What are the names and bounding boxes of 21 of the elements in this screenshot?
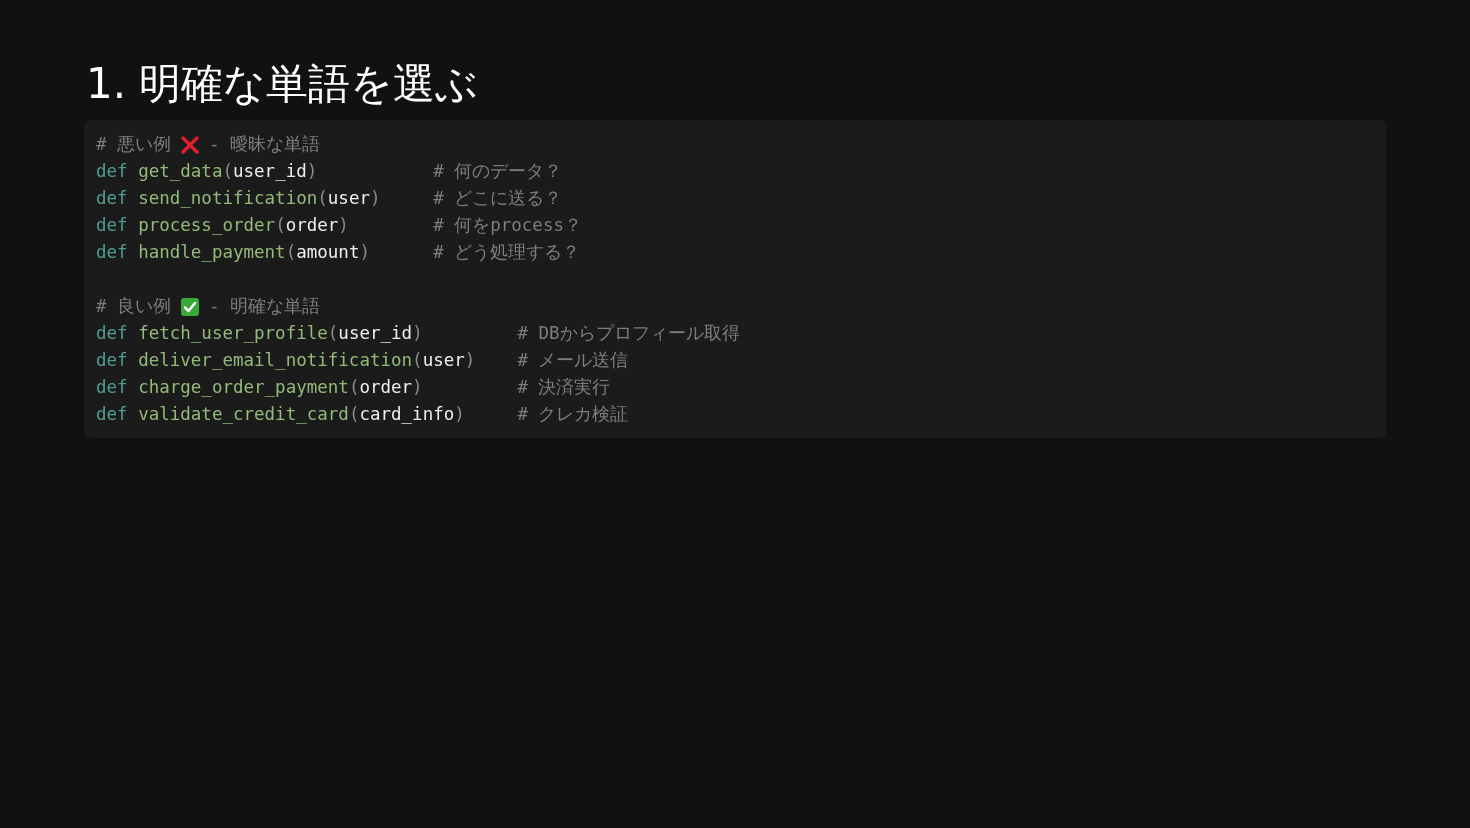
code-statement: def deliver_email_notification(user) bbox=[96, 349, 477, 372]
code-comment: # DBからプロフィール取得 bbox=[517, 322, 740, 345]
code-statement: def get_data(user_id) bbox=[96, 160, 319, 183]
code-comment: # どこに送る？ bbox=[433, 187, 563, 210]
code-statement: def handle_payment(amount) bbox=[96, 241, 371, 264]
code-comment: # 何をprocess？ bbox=[433, 214, 582, 237]
code-comment: # 何のデータ？ bbox=[433, 160, 563, 183]
code-statement: def send_notification(user) bbox=[96, 187, 382, 210]
code-statement: def fetch_user_profile(user_id) bbox=[96, 322, 424, 345]
code-statement: def charge_order_payment(order) bbox=[96, 376, 424, 399]
code-comment: # 決済実行 bbox=[517, 376, 611, 399]
code-comment: # クレカ検証 bbox=[517, 403, 629, 426]
code-comment: - 明確な単語 bbox=[209, 295, 321, 318]
code-comment: - 曖昧な単語 bbox=[209, 133, 321, 156]
code-comment: # どう処理する？ bbox=[433, 241, 581, 264]
code-statement: def process_order(order) bbox=[96, 214, 350, 237]
code-comment: # 良い例 bbox=[96, 295, 172, 318]
code-comment: # メール送信 bbox=[517, 349, 629, 372]
code-statement: def validate_credit_card(card_info) bbox=[96, 403, 466, 426]
slide-title: 1. 明確な単語を選ぶ bbox=[86, 58, 480, 110]
code-comment: # 悪い例 bbox=[96, 133, 172, 156]
